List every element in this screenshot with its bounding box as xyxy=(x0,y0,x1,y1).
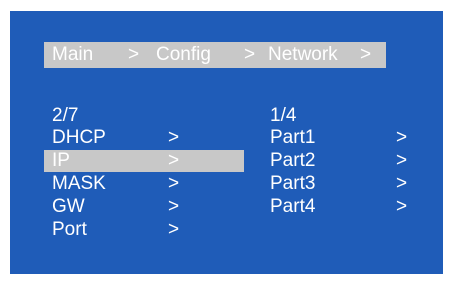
menu-item-mask[interactable]: MASK > xyxy=(44,173,244,195)
breadcrumb: Main > Config > Network > xyxy=(44,42,386,68)
submenu-item-part4[interactable]: Part4 > xyxy=(270,196,410,218)
chevron-right-icon: > xyxy=(168,196,180,217)
submenu-item-part2[interactable]: Part2 > xyxy=(270,150,410,172)
submenu-item-label: Part1 xyxy=(270,127,316,148)
breadcrumb-separator: > xyxy=(244,44,256,65)
menu-item-label: IP xyxy=(52,150,70,171)
chevron-right-icon: > xyxy=(168,219,180,240)
menu-item-gw[interactable]: GW > xyxy=(44,196,244,218)
submenu-item-part3[interactable]: Part3 > xyxy=(270,173,410,195)
left-menu-counter: 2/7 xyxy=(52,105,79,126)
breadcrumb-config[interactable]: Config xyxy=(156,42,211,68)
right-menu-counter: 1/4 xyxy=(270,105,297,126)
submenu-item-part1[interactable]: Part1 > xyxy=(270,127,410,149)
submenu-item-label: Part4 xyxy=(270,196,316,217)
breadcrumb-network[interactable]: Network xyxy=(268,42,338,68)
menu-item-label: MASK xyxy=(52,173,106,194)
submenu-item-label: Part3 xyxy=(270,173,316,194)
menu-item-label: Port xyxy=(52,219,87,240)
breadcrumb-separator: > xyxy=(128,44,140,65)
chevron-right-icon: > xyxy=(396,196,408,217)
menu-item-label: GW xyxy=(52,196,85,217)
submenu-item-label: Part2 xyxy=(270,150,316,171)
chevron-right-icon: > xyxy=(168,127,180,148)
menu-item-port[interactable]: Port > xyxy=(44,219,244,241)
chevron-right-icon: > xyxy=(168,150,180,171)
menu-item-ip[interactable]: IP > xyxy=(44,150,244,172)
chevron-right-icon: > xyxy=(396,150,408,171)
breadcrumb-main[interactable]: Main xyxy=(52,42,93,68)
breadcrumb-separator: > xyxy=(360,44,372,65)
menu-item-dhcp[interactable]: DHCP > xyxy=(44,127,244,149)
chevron-right-icon: > xyxy=(168,173,180,194)
chevron-right-icon: > xyxy=(396,127,408,148)
osd-screen: Main > Config > Network > 2/7 DHCP > IP … xyxy=(10,11,443,274)
chevron-right-icon: > xyxy=(396,173,408,194)
menu-item-label: DHCP xyxy=(52,127,106,148)
